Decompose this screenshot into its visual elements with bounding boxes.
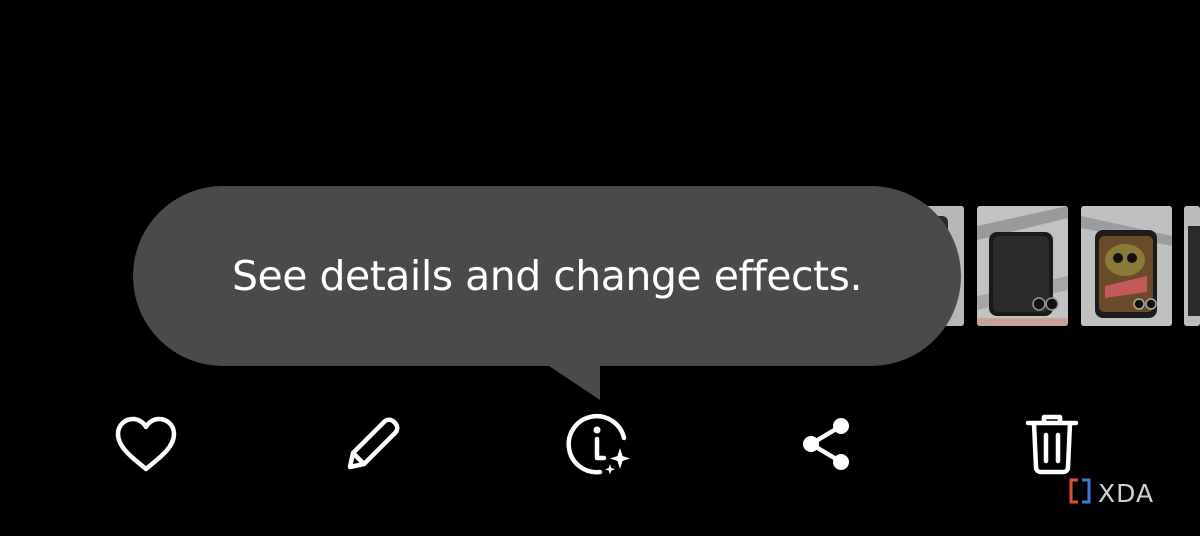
watermark-text: XDA: [1098, 478, 1155, 508]
trash-icon: [1022, 411, 1082, 481]
photo-thumbnail[interactable]: [1081, 206, 1172, 326]
tooltip-text: See details and change effects.: [231, 252, 863, 300]
delete-button[interactable]: [1016, 410, 1088, 482]
xda-watermark: XDA: [1068, 478, 1154, 508]
xda-logo-icon: [1068, 477, 1092, 509]
details-button[interactable]: [564, 410, 636, 482]
pencil-icon: [340, 411, 406, 481]
edit-button[interactable]: [337, 410, 409, 482]
favorite-button[interactable]: [110, 410, 182, 482]
share-button[interactable]: [789, 410, 861, 482]
info-sparkle-icon: [564, 408, 636, 484]
share-icon: [795, 414, 855, 478]
photo-thumbnail[interactable]: [977, 206, 1068, 326]
heart-icon: [113, 414, 179, 478]
tooltip: See details and change effects.: [133, 186, 961, 366]
tooltip-pointer: [546, 364, 600, 400]
photo-thumbnail[interactable]: [1184, 206, 1200, 326]
